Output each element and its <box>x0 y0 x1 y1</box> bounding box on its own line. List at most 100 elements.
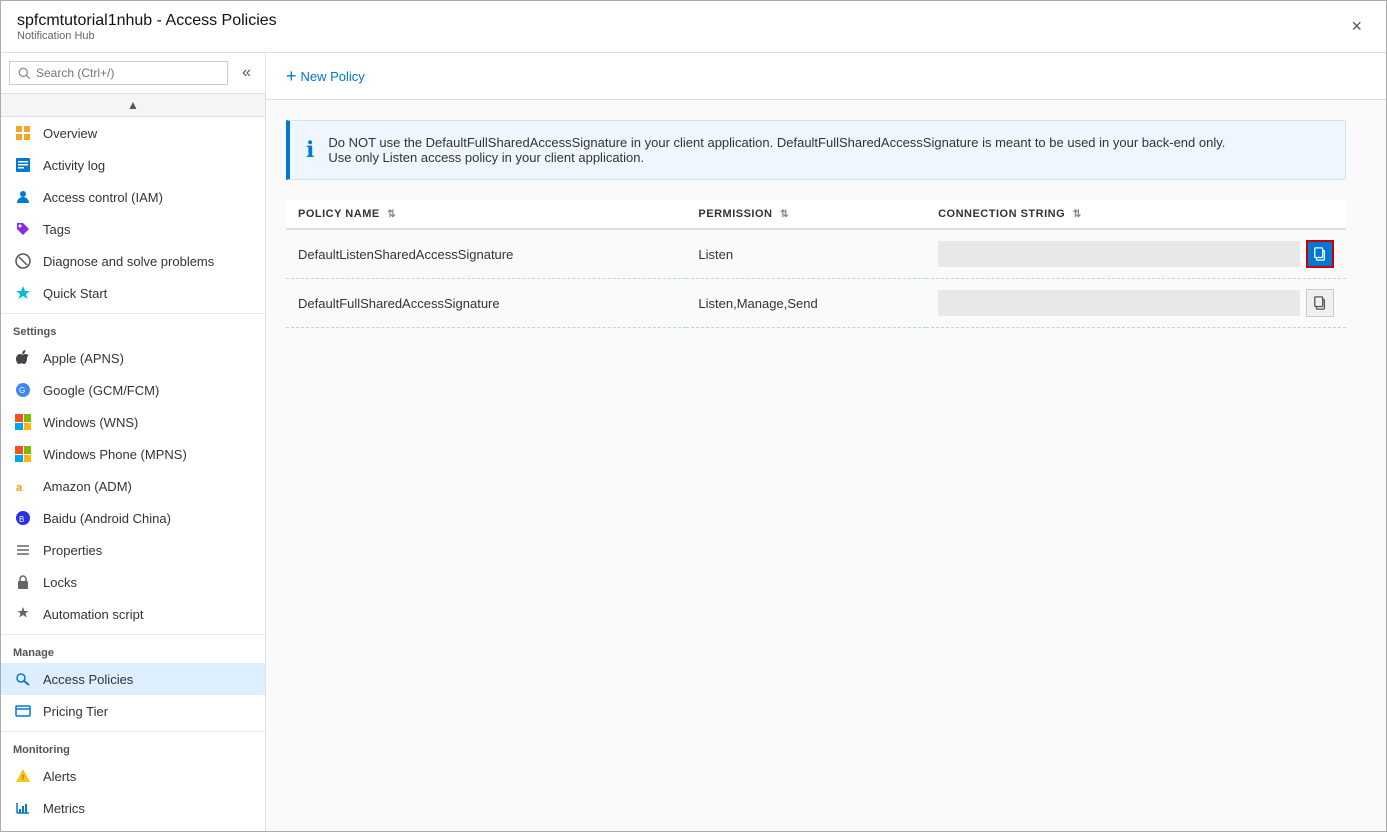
sidebar-item-access-policies[interactable]: Access Policies <box>1 663 265 695</box>
sidebar-item-tags[interactable]: Tags <box>1 213 265 245</box>
title-bar-left: spfcmtutorial1nhub - Access Policies Not… <box>17 12 277 42</box>
scroll-up-button[interactable]: ▲ <box>1 94 265 117</box>
sidebar-item-windowsphone[interactable]: Windows Phone (MPNS) <box>1 438 265 470</box>
copy-button-0[interactable] <box>1306 240 1334 268</box>
sidebar-item-label: Alerts <box>43 769 76 784</box>
permission-cell-1: Listen,Manage,Send <box>686 279 926 328</box>
sidebar-item-label: Baidu (Android China) <box>43 511 171 526</box>
main-content: ℹ Do NOT use the DefaultFullSharedAccess… <box>266 100 1386 831</box>
sidebar-item-amazon[interactable]: a Amazon (ADM) <box>1 470 265 502</box>
apple-icon <box>13 350 33 366</box>
quickstart-icon <box>13 285 33 301</box>
sidebar-item-label: Overview <box>43 126 97 141</box>
connection-string-input-0[interactable] <box>938 241 1300 267</box>
sidebar-item-label: Apple (APNS) <box>43 351 124 366</box>
copy-button-1[interactable] <box>1306 289 1334 317</box>
connection-string-input-1[interactable] <box>938 290 1300 316</box>
sidebar-item-label: Activity log <box>43 158 105 173</box>
baidu-icon: B <box>13 510 33 526</box>
diagnose-icon <box>13 253 33 269</box>
sidebar-item-properties[interactable]: Properties <box>1 534 265 566</box>
sidebar-item-label: Windows Phone (MPNS) <box>43 447 187 462</box>
tags-icon <box>13 221 33 237</box>
sidebar-item-diagnose[interactable]: Diagnose and solve problems <box>1 245 265 277</box>
sidebar-item-label: Tags <box>43 222 70 237</box>
main-window: spfcmtutorial1nhub - Access Policies Not… <box>0 0 1387 832</box>
sidebar-item-label: Locks <box>43 575 77 590</box>
policy-name-cell-1: DefaultFullSharedAccessSignature <box>286 279 686 328</box>
sidebar-item-label: Access control (IAM) <box>43 190 163 205</box>
col-header-policy-name[interactable]: POLICY NAME ⇅ <box>286 200 686 229</box>
new-policy-button[interactable]: + New Policy <box>286 63 365 89</box>
sidebar-item-label: Windows (WNS) <box>43 415 138 430</box>
collapse-button[interactable]: « <box>236 62 257 84</box>
info-text: Do NOT use the DefaultFullSharedAccessSi… <box>328 135 1225 165</box>
sidebar-item-overview[interactable]: Overview <box>1 117 265 149</box>
sidebar-item-baidu[interactable]: B Baidu (Android China) <box>1 502 265 534</box>
main-toolbar: + New Policy <box>266 53 1386 100</box>
windows-icon <box>13 414 33 430</box>
sidebar-item-activity-log[interactable]: Activity log <box>1 149 265 181</box>
activity-icon <box>13 157 33 173</box>
sidebar-item-locks[interactable]: Locks <box>1 566 265 598</box>
info-icon: ℹ <box>306 137 314 163</box>
connection-string-container-1 <box>938 289 1334 317</box>
copy-icon-0 <box>1313 247 1327 261</box>
sidebar-item-label: Pricing Tier <box>43 704 108 719</box>
col-header-permission[interactable]: PERMISSION ⇅ <box>686 200 926 229</box>
copy-icon-1 <box>1313 296 1327 310</box>
table-header-row: POLICY NAME ⇅ PERMISSION ⇅ CONNECTION ST… <box>286 200 1346 229</box>
windowsphone-icon <box>13 446 33 462</box>
iam-icon <box>13 189 33 205</box>
sidebar-item-label: Access Policies <box>43 672 133 687</box>
new-policy-label: New Policy <box>301 69 365 84</box>
col-header-connection-string[interactable]: CONNECTION STRING ⇅ <box>926 200 1346 229</box>
sidebar-item-apple[interactable]: Apple (APNS) <box>1 342 265 374</box>
plus-icon: + <box>286 67 297 85</box>
policies-table: POLICY NAME ⇅ PERMISSION ⇅ CONNECTION ST… <box>286 200 1346 328</box>
section-monitoring: Monitoring <box>1 731 265 760</box>
google-icon: G <box>13 382 33 398</box>
properties-icon <box>13 542 33 558</box>
metrics-icon <box>13 800 33 816</box>
svg-text:!: ! <box>22 775 24 782</box>
amazon-icon: a <box>13 478 33 494</box>
sidebar-item-automation[interactable]: Automation script <box>1 598 265 630</box>
sidebar-item-iam[interactable]: Access control (IAM) <box>1 181 265 213</box>
sidebar-header: « <box>1 53 265 94</box>
body: « ▲ Overview Activity log Access <box>1 53 1386 831</box>
search-icon <box>18 67 31 80</box>
key-icon <box>13 671 33 687</box>
sidebar-item-label: Google (GCM/FCM) <box>43 383 159 398</box>
sort-icon-connection: ⇅ <box>1073 209 1082 220</box>
table-container: POLICY NAME ⇅ PERMISSION ⇅ CONNECTION ST… <box>286 200 1346 328</box>
pricing-icon <box>13 703 33 719</box>
table-row: DefaultListenSharedAccessSignature Liste… <box>286 229 1346 279</box>
policy-name-cell: DefaultListenSharedAccessSignature <box>286 229 686 279</box>
sidebar: « ▲ Overview Activity log Access <box>1 53 266 831</box>
alerts-icon: ! <box>13 768 33 784</box>
search-box[interactable] <box>9 61 228 85</box>
sidebar-item-google[interactable]: G Google (GCM/FCM) <box>1 374 265 406</box>
sidebar-item-alerts[interactable]: ! Alerts <box>1 760 265 792</box>
sort-icon-permission: ⇅ <box>780 209 789 220</box>
info-line2: Use only Listen access policy in your cl… <box>328 150 1225 165</box>
main-content-area: + New Policy ℹ Do NOT use the DefaultFul… <box>266 53 1386 831</box>
sidebar-item-metrics[interactable]: Metrics <box>1 792 265 824</box>
sidebar-item-pricing-tier[interactable]: Pricing Tier <box>1 695 265 727</box>
close-button[interactable]: × <box>1343 12 1370 41</box>
sidebar-item-label: Diagnose and solve problems <box>43 254 214 269</box>
permission-cell: Listen <box>686 229 926 279</box>
svg-text:G: G <box>19 386 25 395</box>
connection-string-cell-0 <box>926 229 1346 279</box>
connection-string-cell-1 <box>926 279 1346 328</box>
page-title: spfcmtutorial1nhub - Access Policies <box>17 12 277 30</box>
section-settings: Settings <box>1 313 265 342</box>
search-input[interactable] <box>36 66 219 80</box>
sidebar-item-quickstart[interactable]: Quick Start <box>1 277 265 309</box>
sidebar-item-label: Properties <box>43 543 102 558</box>
info-box: ℹ Do NOT use the DefaultFullSharedAccess… <box>286 120 1346 180</box>
sort-icon-policy: ⇅ <box>387 209 396 220</box>
sidebar-item-windows[interactable]: Windows (WNS) <box>1 406 265 438</box>
overview-icon <box>13 125 33 141</box>
